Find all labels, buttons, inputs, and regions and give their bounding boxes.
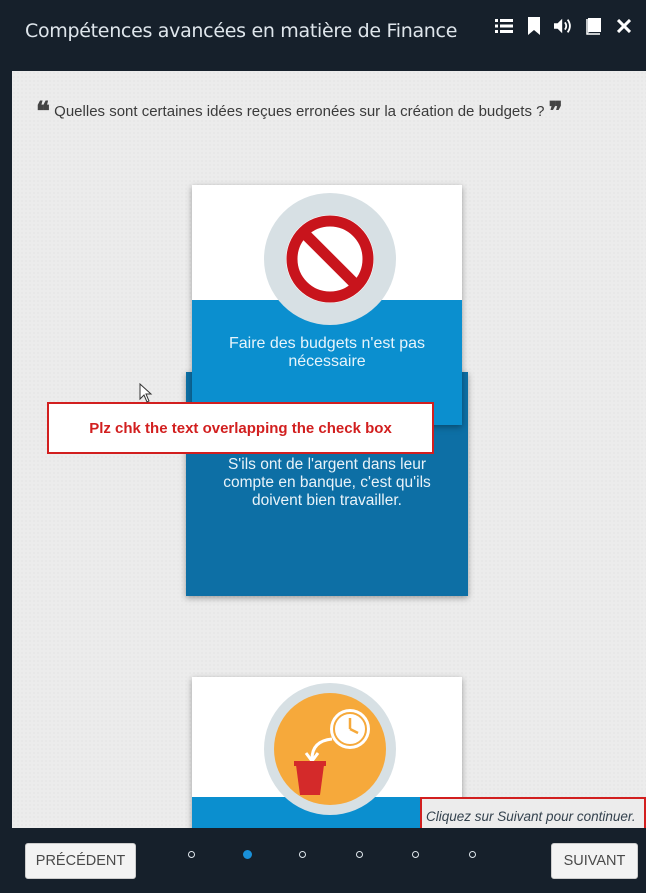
review-annotation: Plz chk the text overlapping the check b… [47,402,434,454]
card-icon-circle [264,683,396,815]
continue-hint: Cliquez sur Suivant pour continuer. [420,797,646,828]
page-dot-6[interactable] [469,851,476,858]
flip-card-1[interactable]: Faire des budgets n'est pas nécessaire [192,185,462,425]
card-label: Faire des budgets n'est pas nécessaire [228,335,426,370]
card-back-text: S'ils ont de l'argent dans leur compte e… [223,456,431,509]
book-icon[interactable] [584,16,604,36]
page-dot-2[interactable] [243,850,252,859]
course-title: Compétences avancées en matière de Finan… [25,20,458,42]
close-icon[interactable] [614,16,634,36]
slide-content: ❝ Quelles sont certaines idées reçues er… [12,71,646,828]
close-quote-icon: ❞ [548,97,563,127]
list-icon[interactable] [494,16,514,36]
mouse-cursor-icon [139,383,153,403]
card-icon-circle [264,193,396,325]
previous-button[interactable]: PRÉCÉDENT [25,843,136,879]
clock-trash-icon [274,693,386,805]
question-label: Quelles sont certaines idées reçues erro… [54,103,545,120]
page-dot-5[interactable] [412,851,419,858]
footer-bar: PRÉCÉDENT SUIVANT [0,828,646,893]
next-button[interactable]: SUIVANT [551,843,638,879]
open-quote-icon: ❝ [36,97,50,127]
header-bar: Compétences avancées en matière de Finan… [0,0,646,71]
volume-icon[interactable] [554,16,574,36]
prohibited-icon [286,215,374,303]
header-icons [494,16,634,36]
page-dot-4[interactable] [356,851,363,858]
page-dot-1[interactable] [188,851,195,858]
bookmark-icon[interactable] [524,16,544,36]
page-dot-3[interactable] [299,851,306,858]
question-text: ❝ Quelles sont certaines idées reçues er… [36,99,636,125]
